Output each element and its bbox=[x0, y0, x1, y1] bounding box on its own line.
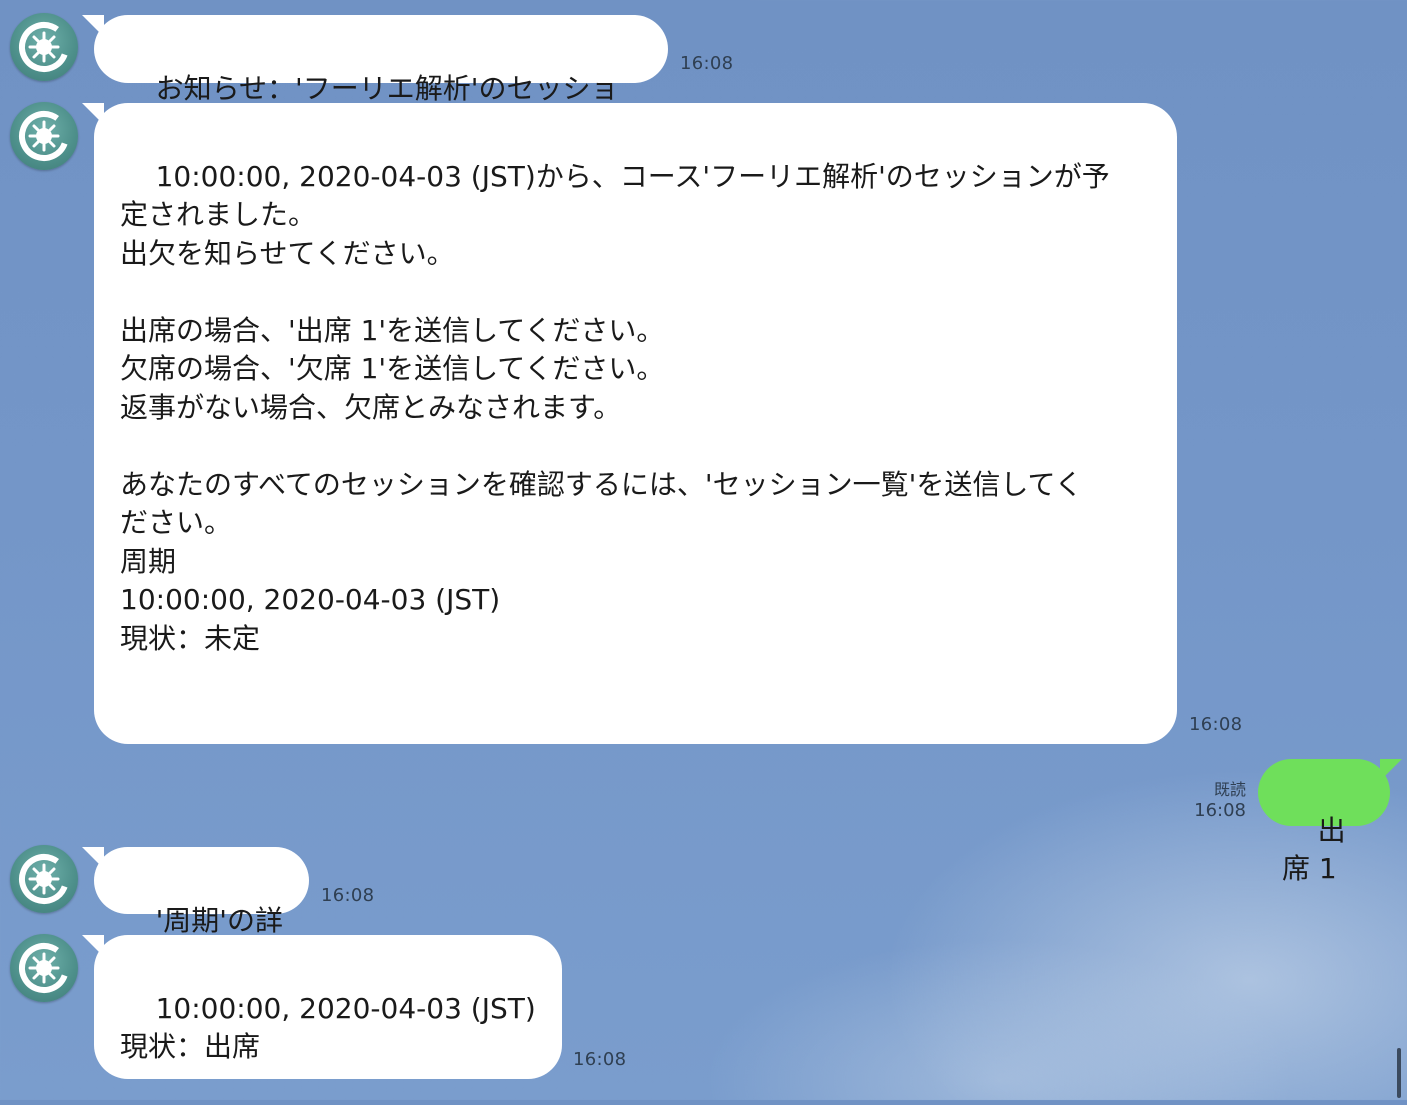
bot-avatar[interactable] bbox=[10, 102, 78, 170]
message-text: 10:00:00, 2020-04-03 (JST) 現状：出席 bbox=[120, 991, 536, 1064]
my-message-bubble[interactable]: 出席 1 bbox=[1258, 759, 1402, 885]
message-timestamp: 16:08 bbox=[573, 1049, 627, 1070]
bot-gear-icon bbox=[19, 854, 69, 904]
bot-gear-icon bbox=[19, 111, 69, 161]
bot-gear-icon bbox=[19, 943, 69, 993]
message-bubble[interactable]: '周期'の詳細 bbox=[82, 847, 309, 975]
message-bubble[interactable]: お知らせ：'フーリエ解析'のセッション bbox=[82, 15, 668, 143]
message-bubble[interactable]: 10:00:00, 2020-04-03 (JST)から、コース'フーリエ解析'… bbox=[82, 103, 1177, 744]
message-text: 出席 1 bbox=[1282, 813, 1346, 886]
message-timestamp: 16:08 bbox=[321, 885, 375, 906]
chat-view[interactable]: お知らせ：'フーリエ解析'のセッション 16:08 10:00:00, 2020… bbox=[0, 0, 1407, 1100]
message-timestamp: 16:08 bbox=[1189, 714, 1243, 735]
message-bubble[interactable]: 10:00:00, 2020-04-03 (JST) 現状：出席 bbox=[82, 935, 562, 1079]
bot-gear-icon bbox=[19, 22, 69, 72]
read-receipt: 既読 16:08 bbox=[1190, 776, 1246, 821]
scrollbar[interactable] bbox=[1397, 1048, 1401, 1098]
message-text: 10:00:00, 2020-04-03 (JST)から、コース'フーリエ解析'… bbox=[120, 159, 1110, 655]
message-timestamp: 16:08 bbox=[680, 53, 734, 74]
message-timestamp: 16:08 bbox=[1194, 800, 1246, 821]
bot-avatar[interactable] bbox=[10, 845, 78, 913]
read-label: 既読 bbox=[1213, 780, 1246, 799]
bot-avatar[interactable] bbox=[10, 934, 78, 1002]
bot-avatar[interactable] bbox=[10, 13, 78, 81]
